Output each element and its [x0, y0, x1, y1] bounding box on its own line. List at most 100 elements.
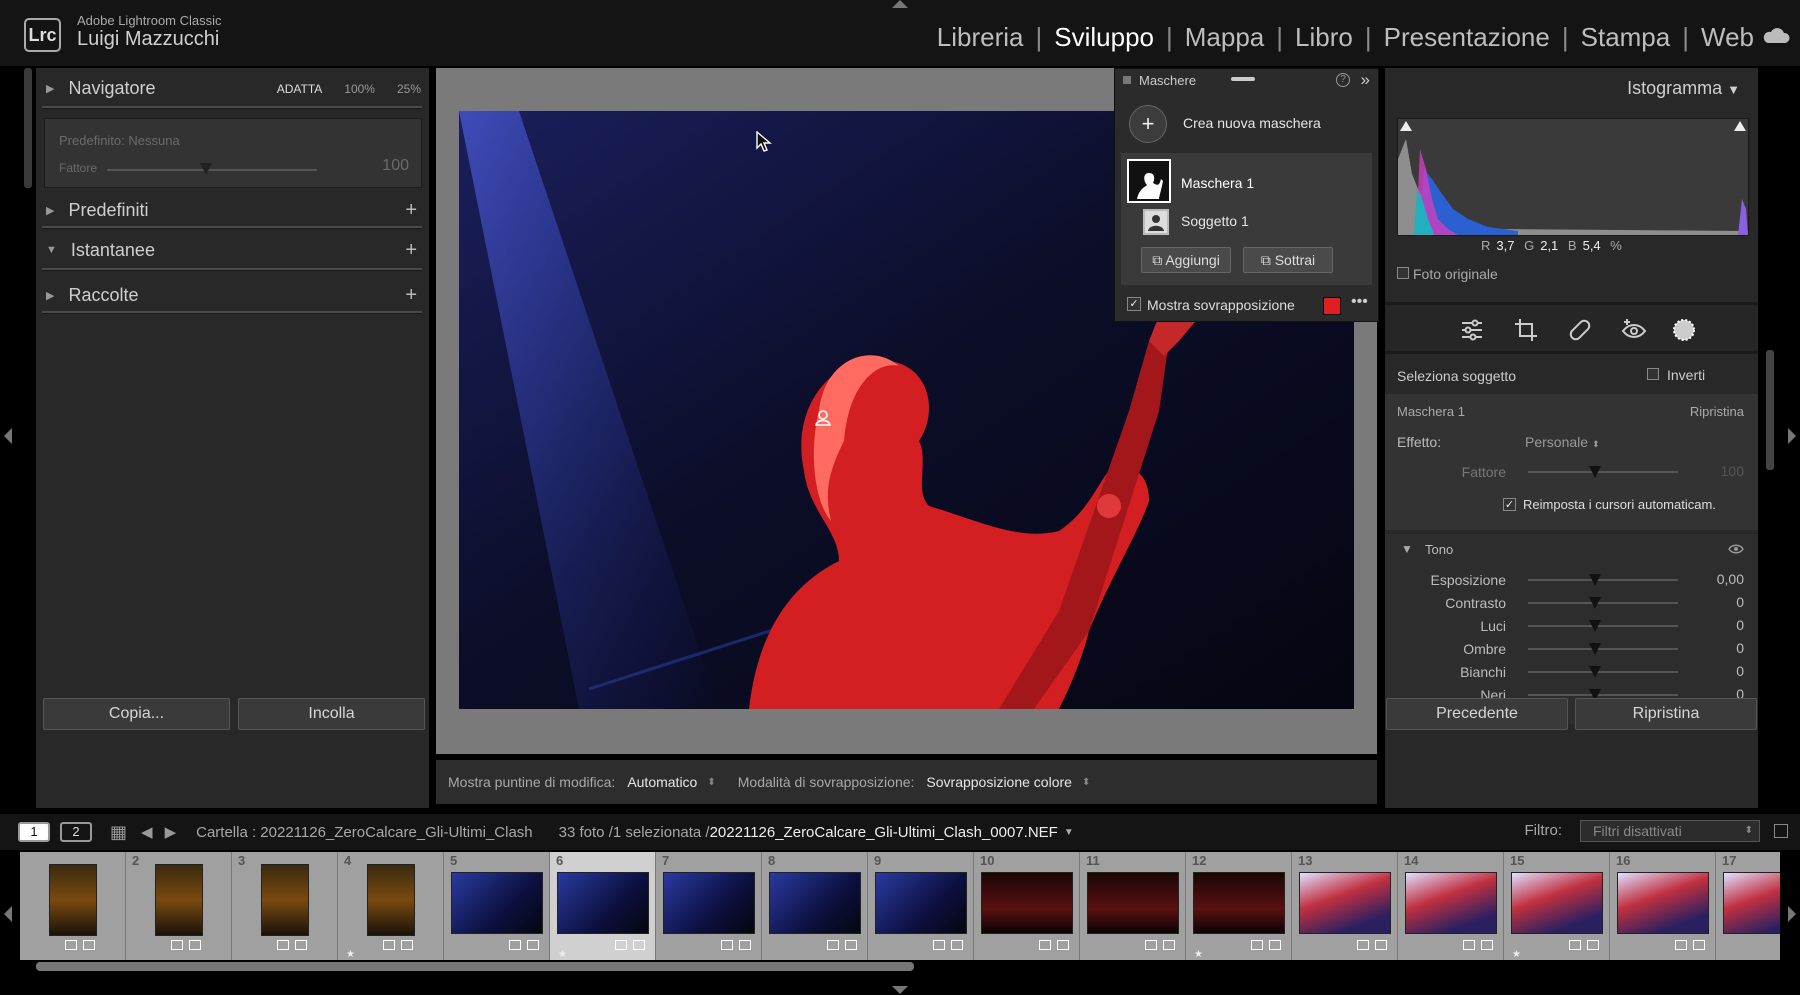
filmstrip-scroll-right-icon[interactable] — [1788, 906, 1796, 922]
filmstrip-thumbnail[interactable] — [367, 864, 415, 936]
collections-header[interactable]: ▶ Raccolte + — [36, 275, 429, 315]
add-snapshot-icon[interactable]: + — [405, 239, 417, 262]
factor-slider-track[interactable] — [107, 169, 317, 171]
crop-icon[interactable] — [1513, 317, 1539, 343]
zoom-25[interactable]: 25% — [397, 82, 421, 96]
filmstrip-thumbnail[interactable] — [1299, 872, 1391, 934]
subject-icon[interactable] — [1143, 209, 1169, 235]
right-scrollbar[interactable] — [1766, 350, 1774, 470]
cloud-icon[interactable] — [1762, 28, 1790, 44]
grid-view-icon[interactable]: ▦ — [110, 822, 127, 843]
whites-slider[interactable]: Bianchi 0 — [1385, 660, 1758, 684]
help-icon[interactable]: ? — [1336, 73, 1350, 87]
filmstrip-cell[interactable]: 9 — [868, 852, 974, 960]
drag-handle[interactable] — [1231, 77, 1255, 81]
select-subject-label[interactable]: Seleziona soggetto — [1397, 368, 1516, 384]
filmstrip-thumbnail[interactable] — [1087, 872, 1179, 934]
factor-slider-thumb[interactable] — [200, 163, 212, 175]
sliders-icon[interactable] — [1459, 317, 1485, 343]
healing-icon[interactable] — [1567, 317, 1593, 343]
filmstrip-scrollbar[interactable] — [36, 962, 914, 971]
filmstrip-cell[interactable]: 2 — [126, 852, 232, 960]
filmstrip-cell[interactable]: 14 — [1398, 852, 1504, 960]
filmstrip-thumbnail[interactable] — [1617, 872, 1709, 934]
filmstrip-cell[interactable]: 11 — [1080, 852, 1186, 960]
overlay-mode-select[interactable]: Sovrapposizione colore — [926, 774, 1072, 790]
filmstrip-cell[interactable]: 5 — [444, 852, 550, 960]
masking-icon[interactable] — [1671, 317, 1697, 343]
folder-path[interactable]: Cartella : 20221126_ZeroCalcare_Gli-Ulti… — [196, 824, 533, 841]
filmstrip-cell[interactable]: 10 — [974, 852, 1080, 960]
right-panel-toggle-icon[interactable] — [1788, 428, 1796, 444]
shadows-slider[interactable]: Ombre 0 — [1385, 637, 1758, 661]
bottom-panel-toggle-icon[interactable] — [892, 986, 908, 994]
original-photo-toggle[interactable]: Foto originale — [1397, 266, 1498, 282]
filmstrip-thumbnail[interactable] — [261, 864, 309, 936]
highlight-clipping-icon[interactable] — [1734, 121, 1746, 131]
filmstrip-thumbnail[interactable] — [155, 864, 203, 936]
filmstrip-cell[interactable]: 13 — [1292, 852, 1398, 960]
filmstrip-thumbnail[interactable] — [557, 872, 649, 934]
auto-reset-checkbox[interactable]: ✓ — [1503, 498, 1516, 511]
add-collection-icon[interactable]: + — [405, 284, 417, 307]
module-libro[interactable]: Libro — [1295, 22, 1353, 53]
current-filename[interactable]: 20221126_ZeroCalcare_Gli-Ultimi_Clash_00… — [710, 824, 1058, 841]
module-web[interactable]: Web — [1701, 22, 1754, 53]
module-stampa[interactable]: Stampa — [1581, 22, 1671, 53]
previous-button[interactable]: Precedente — [1386, 698, 1568, 730]
create-mask-button[interactable]: + — [1129, 105, 1167, 143]
filmstrip-cell[interactable] — [20, 852, 126, 960]
filter-lock-icon[interactable] — [1774, 824, 1788, 838]
filmstrip-thumbnail[interactable] — [769, 872, 861, 934]
filmstrip-cell[interactable]: 17 — [1716, 852, 1780, 960]
filmstrip-thumbnail[interactable] — [875, 872, 967, 934]
filmstrip-thumbnail[interactable] — [1193, 872, 1285, 934]
add-preset-icon[interactable]: + — [405, 199, 417, 222]
filmstrip-cell[interactable]: 12 ★ — [1186, 852, 1292, 960]
overlay-color-swatch[interactable] — [1323, 297, 1341, 315]
highlights-slider[interactable]: Luci 0 — [1385, 614, 1758, 638]
exposure-slider[interactable]: Esposizione 0,00 — [1385, 568, 1758, 592]
forward-arrow-icon[interactable]: ▶ — [165, 823, 177, 841]
effect-select[interactable]: Personale ⬍ — [1525, 434, 1599, 450]
filmstrip-cell[interactable]: 15 ★ — [1504, 852, 1610, 960]
mask-thumbnail[interactable] — [1127, 159, 1171, 203]
show-overlay-checkbox[interactable]: ✓ — [1127, 297, 1141, 311]
second-screen-button[interactable]: 2 — [60, 822, 92, 842]
filter-select[interactable]: Filtri disattivati ⬍ — [1580, 820, 1760, 842]
pins-select[interactable]: Automatico — [627, 774, 697, 790]
filmstrip-thumbnail[interactable] — [1723, 872, 1780, 934]
left-scrollbar[interactable] — [24, 68, 32, 188]
shadow-clipping-icon[interactable] — [1400, 121, 1412, 131]
more-options-icon[interactable]: ••• — [1351, 293, 1368, 311]
copy-button[interactable]: Copia... — [43, 698, 230, 730]
mask-name[interactable]: Maschera 1 — [1181, 175, 1254, 191]
snapshots-header[interactable]: ▼ Istantanee + — [36, 230, 429, 270]
filmstrip-thumbnail[interactable] — [49, 864, 97, 936]
histogram-title[interactable]: Istogramma ▼ — [1627, 78, 1740, 99]
contrast-slider[interactable]: Contrasto 0 — [1385, 591, 1758, 615]
module-libreria[interactable]: Libreria — [937, 22, 1024, 53]
add-component-button[interactable]: ⧉ Aggiungi — [1141, 247, 1231, 273]
filmstrip-scroll-left-icon[interactable] — [4, 906, 12, 922]
filmstrip-thumbnail[interactable] — [981, 872, 1073, 934]
dropdown-arrow-icon[interactable]: ▼ — [1064, 827, 1074, 838]
filmstrip-cell[interactable]: 8 — [762, 852, 868, 960]
invert-checkbox[interactable] — [1647, 368, 1659, 380]
filmstrip-cell[interactable]: 7 — [656, 852, 762, 960]
main-screen-button[interactable]: 1 — [18, 822, 50, 842]
top-panel-toggle-icon[interactable] — [892, 0, 908, 8]
reset-button[interactable]: Ripristina — [1575, 698, 1757, 730]
filmstrip-cell[interactable]: 16 — [1610, 852, 1716, 960]
left-panel-toggle-icon[interactable] — [4, 428, 12, 444]
panel-grip-icon[interactable] — [1123, 76, 1131, 84]
filmstrip-cell[interactable]: 4 ★ — [338, 852, 444, 960]
filmstrip-cell[interactable]: 3 — [232, 852, 338, 960]
filmstrip-thumbnail[interactable] — [451, 872, 543, 934]
collapse-panel-icon[interactable]: » — [1361, 70, 1370, 90]
mask-pin-icon[interactable] — [814, 409, 832, 427]
collapse-triangle-icon[interactable]: ▼ — [1401, 542, 1413, 556]
eye-icon[interactable] — [1728, 544, 1744, 554]
stepper-icon[interactable]: ⬍ — [1082, 777, 1090, 788]
mask-factor-slider[interactable]: Fattore 100 — [1385, 460, 1758, 484]
